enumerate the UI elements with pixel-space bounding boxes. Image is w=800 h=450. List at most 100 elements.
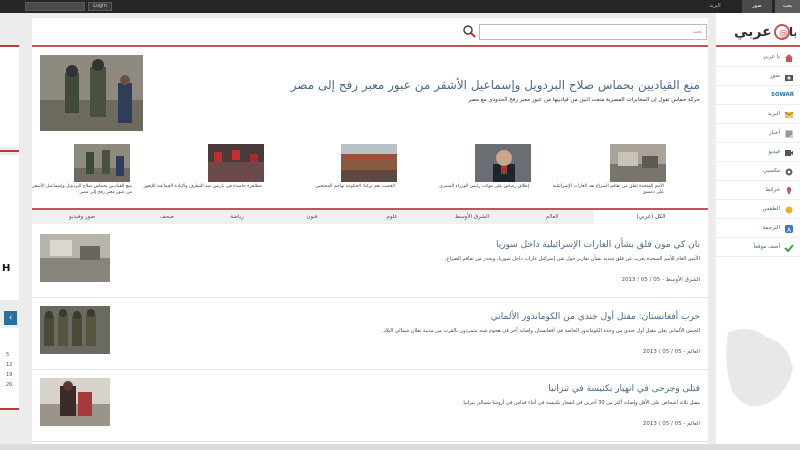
top-bar: Login بحث صور البريد xyxy=(0,0,800,13)
nav-item-mail[interactable]: البريد xyxy=(716,106,800,124)
article-item: قتلى وجرحى في انهيار بكنيسة في تنزانيا م… xyxy=(32,374,708,442)
tab-mail[interactable]: البريد xyxy=(700,0,730,13)
sowar-logo-icon: SOWAR xyxy=(771,92,794,98)
thumbnail-caption[interactable]: منع القياديين بحماس صلاح البردويل وإسماع… xyxy=(32,184,132,196)
featured-summary: حركة حماس تقول إن المخابرات المصرية منعت… xyxy=(468,97,700,103)
thumbnail-caption[interactable]: مظاهرة حاشدة في باريس ضد التطرف والإبادة… xyxy=(142,184,262,190)
thumbnail-caption[interactable]: إطلاق رصاص على موكب رئيس الوزراء المصري xyxy=(409,184,529,190)
bottom-bar xyxy=(0,444,800,450)
nav-item-weather[interactable]: الطقس xyxy=(716,201,800,219)
tab-world[interactable]: العالم xyxy=(512,210,592,224)
nav-item-add-site[interactable]: أضف موقعاً xyxy=(716,239,800,257)
calendar-day[interactable]: 19 xyxy=(6,372,12,378)
divider xyxy=(716,45,800,47)
nav-item-images[interactable]: صور xyxy=(716,68,800,86)
thumbnail-image[interactable] xyxy=(610,144,666,182)
thumbnail-image[interactable] xyxy=(208,144,264,182)
camera-icon xyxy=(785,75,793,81)
article-summary: الأمين العام للأمم المتحدة يعرب عن قلق ش… xyxy=(444,256,700,262)
nav-item-video[interactable]: فيديو xyxy=(716,144,800,162)
article-meta: العالم - 05 / 05 / 2013 xyxy=(642,349,700,355)
nav-label: صور xyxy=(769,73,780,79)
checkmark-icon xyxy=(784,244,794,253)
article-item: حرب أفغانستان: مقتل أول جندي من الكوماند… xyxy=(32,302,708,370)
left-widget-top xyxy=(0,47,19,147)
thumbnail-caption[interactable]: الأمم المتحدة تقلق من تفاقم الصراع بعد ا… xyxy=(544,184,664,196)
main-content: بحث منع القياديين بحماس صلاح البردويل وإ… xyxy=(32,18,708,444)
article-image[interactable] xyxy=(40,378,110,426)
thumbnail-image[interactable] xyxy=(341,144,397,182)
nav-label: الترجمة xyxy=(762,225,780,231)
svg-text:@: @ xyxy=(779,29,788,39)
nav-label: خرائط xyxy=(765,187,780,193)
thumbnail-image[interactable] xyxy=(475,144,531,182)
svg-text:يا: يا xyxy=(789,25,796,39)
article-summary: مقتل ثلاثة أشخاص على الأقل وإصابة أكثر م… xyxy=(461,400,700,406)
thumbnail-caption[interactable]: الغضب يعم تركيا: الحكومة تهاجم المحتجين xyxy=(275,184,395,190)
video-icon xyxy=(785,150,793,156)
article-headline[interactable]: بان كي مون قلق بشأن الغارات الإسرائيلية … xyxy=(140,240,700,250)
article-image[interactable] xyxy=(40,306,110,354)
tab-images[interactable]: صور xyxy=(742,0,772,13)
featured-headline[interactable]: منع القياديين بحماس صلاح البردويل وإسماع… xyxy=(160,78,700,92)
nav-label: مكسبي xyxy=(762,168,780,174)
calendar-day[interactable]: 5 xyxy=(6,352,9,358)
nav-item-sowar[interactable]: SOWAR xyxy=(716,87,800,105)
tab-sports[interactable]: رياضة xyxy=(197,210,277,224)
nav-label: فيديو xyxy=(768,149,780,155)
chevron-left-icon[interactable]: ‹ xyxy=(4,311,17,325)
article-image[interactable] xyxy=(40,234,110,282)
tab-search[interactable]: بحث xyxy=(775,0,800,13)
house-icon xyxy=(785,54,793,62)
article-meta: العالم - 05 / 05 / 2013 xyxy=(642,421,700,427)
username-input[interactable] xyxy=(25,2,85,11)
divider xyxy=(0,45,19,47)
tab-newspapers[interactable]: صحف xyxy=(127,210,207,224)
ad-text: H xyxy=(2,263,11,274)
nav-label: أضف موقعاً xyxy=(753,244,780,250)
gear-icon xyxy=(785,168,793,176)
nav-label: يا عربي xyxy=(762,54,780,60)
mail-icon xyxy=(784,111,794,118)
nav-label: الطقس xyxy=(762,206,780,212)
category-tabs: الكل (عربي) العالم الشرق الأوسط علوم فنو… xyxy=(32,208,708,224)
svg-text:عربي: عربي xyxy=(734,24,772,40)
calendar-widget xyxy=(0,328,19,408)
article-headline[interactable]: حرب أفغانستان: مقتل أول جندي من الكوماند… xyxy=(140,312,700,322)
translate-icon: A xyxy=(785,225,793,234)
nav-label: البريد xyxy=(767,111,780,117)
divider xyxy=(0,150,19,152)
nav-label: أخبار xyxy=(769,130,780,136)
map-icon xyxy=(786,187,792,195)
thumbnail-image[interactable] xyxy=(74,144,130,182)
search-input[interactable]: بحث xyxy=(479,24,707,40)
nav-item-home[interactable]: يا عربي xyxy=(716,49,800,67)
weather-icon xyxy=(785,206,793,214)
right-sidebar: عربي @ يا يا عربي صور SOWAR البريد أخبار… xyxy=(716,13,800,445)
calendar-day[interactable]: 12 xyxy=(6,362,12,368)
divider xyxy=(0,408,19,410)
article-summary: الجيش الألماني يعلن مقتل أول جندي من وحد… xyxy=(382,328,700,334)
calendar-day[interactable]: 26 xyxy=(6,382,12,388)
left-widget-ad: H xyxy=(0,155,19,300)
article-headline[interactable]: قتلى وجرحى في انهيار بكنيسة في تنزانيا xyxy=(140,384,700,394)
nav-item-translate[interactable]: الترجمة A xyxy=(716,220,800,238)
divider xyxy=(32,45,708,47)
left-column: H ‹ 5 12 19 26 xyxy=(0,45,19,445)
tab-all[interactable]: الكل (عربي) xyxy=(594,210,708,224)
article-item: بان كي مون قلق بشأن الغارات الإسرائيلية … xyxy=(32,230,708,298)
tab-photos-video[interactable]: صور وفيديو xyxy=(42,210,122,224)
world-map-decoration xyxy=(726,329,793,407)
search-icon[interactable] xyxy=(462,24,476,38)
news-icon xyxy=(785,130,793,138)
site-logo[interactable]: عربي @ يا xyxy=(726,20,796,42)
login-button[interactable]: Login xyxy=(88,2,112,11)
nav-item-maksabi[interactable]: مكسبي xyxy=(716,163,800,181)
article-meta: الشرق الأوسط - 05 / 05 / 2013 xyxy=(621,277,700,283)
featured-image[interactable] xyxy=(40,55,143,131)
tab-science[interactable]: علوم xyxy=(352,210,432,224)
nav-item-news[interactable]: أخبار xyxy=(716,125,800,143)
nav-item-maps[interactable]: خرائط xyxy=(716,182,800,200)
tab-middle-east[interactable]: الشرق الأوسط xyxy=(432,210,512,224)
tab-arts[interactable]: فنون xyxy=(272,210,352,224)
